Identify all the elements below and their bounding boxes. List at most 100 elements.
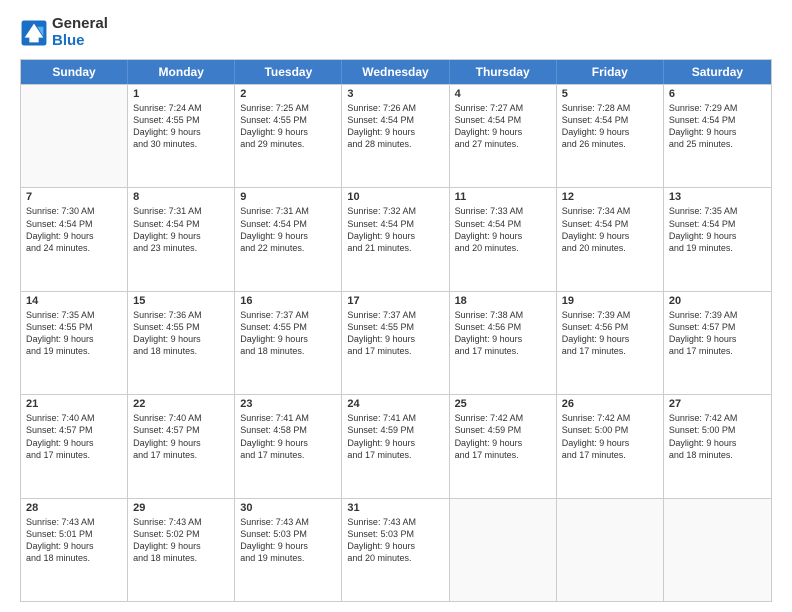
- day-number: 28: [26, 502, 122, 514]
- cal-cell-2: 2Sunrise: 7:25 AM Sunset: 4:55 PM Daylig…: [235, 85, 342, 187]
- day-info: Sunrise: 7:26 AM Sunset: 4:54 PM Dayligh…: [347, 102, 443, 151]
- calendar-row-3: 21 Sunrise: 7:40 AM Sunset: 4:57 PM Dayli…: [21, 394, 771, 497]
- day-info: Sunrise: 7:28 AM Sunset: 4:54 PM Dayligh…: [562, 102, 658, 151]
- cal-cell-17: 17Sunrise: 7:37 AM Sunset: 4:55 PM Dayli…: [342, 292, 449, 394]
- day-number: 9: [240, 191, 336, 203]
- cal-cell-3: 3 Sunrise: 7:26 AM Sunset: 4:54 PM Daylig…: [342, 85, 449, 187]
- day-number: 4: [455, 88, 551, 100]
- day-info: Sunrise: 7:42 AM Sunset: 4:59 PM Dayligh…: [455, 412, 551, 461]
- day-number: 5: [562, 88, 658, 100]
- cal-cell-8: 8Sunrise: 7:31 AM Sunset: 4:54 PM Daylig…: [128, 188, 235, 290]
- cal-cell-25: 25 Sunrise: 7:42 AM Sunset: 4:59 PM Dayli…: [450, 395, 557, 497]
- day-number: 24: [347, 398, 443, 410]
- header-day-saturday: Saturday: [664, 60, 771, 84]
- day-number: 29: [133, 502, 229, 514]
- day-info: Sunrise: 7:31 AM Sunset: 4:54 PM Dayligh…: [133, 205, 229, 254]
- day-number: 25: [455, 398, 551, 410]
- day-info: Sunrise: 7:39 AM Sunset: 4:56 PM Dayligh…: [562, 309, 658, 358]
- logo-line1: General: [52, 16, 108, 33]
- header-day-wednesday: Wednesday: [342, 60, 449, 84]
- cal-cell-16: 16 Sunrise: 7:37 AM Sunset: 4:55 PM Dayli…: [235, 292, 342, 394]
- day-number: 19: [562, 295, 658, 307]
- day-info: Sunrise: 7:43 AM Sunset: 5:03 PM Dayligh…: [347, 516, 443, 565]
- header-day-tuesday: Tuesday: [235, 60, 342, 84]
- cal-cell-empty-0: [21, 85, 128, 187]
- day-info: Sunrise: 7:40 AM Sunset: 4:57 PM Dayligh…: [26, 412, 122, 461]
- day-info: Sunrise: 7:43 AM Sunset: 5:01 PM Dayligh…: [26, 516, 122, 565]
- day-number: 21: [26, 398, 122, 410]
- calendar: SundayMondayTuesdayWednesdayThursdayFrid…: [20, 59, 772, 602]
- day-info: Sunrise: 7:42 AM Sunset: 5:00 PM Dayligh…: [562, 412, 658, 461]
- day-number: 31: [347, 502, 443, 514]
- day-number: 3: [347, 88, 443, 100]
- day-info: Sunrise: 7:30 AM Sunset: 4:54 PM Dayligh…: [26, 205, 122, 254]
- day-number: 7: [26, 191, 122, 203]
- cal-cell-4: 4Sunrise: 7:27 AM Sunset: 4:54 PM Daylig…: [450, 85, 557, 187]
- header-day-friday: Friday: [557, 60, 664, 84]
- cal-cell-22: 22Sunrise: 7:40 AM Sunset: 4:57 PM Dayli…: [128, 395, 235, 497]
- cal-cell-31: 31 Sunrise: 7:43 AM Sunset: 5:03 PM Dayli…: [342, 499, 449, 601]
- day-info: Sunrise: 7:43 AM Sunset: 5:02 PM Dayligh…: [133, 516, 229, 565]
- cal-cell-29: 29 Sunrise: 7:43 AM Sunset: 5:02 PM Dayli…: [128, 499, 235, 601]
- day-number: 16: [240, 295, 336, 307]
- cal-cell-27: 27 Sunrise: 7:42 AM Sunset: 5:00 PM Dayli…: [664, 395, 771, 497]
- calendar-row-1: 7 Sunrise: 7:30 AM Sunset: 4:54 PM Daylig…: [21, 187, 771, 290]
- cal-cell-20: 20 Sunrise: 7:39 AM Sunset: 4:57 PM Dayli…: [664, 292, 771, 394]
- logo-icon: [20, 19, 48, 47]
- day-info: Sunrise: 7:24 AM Sunset: 4:55 PM Dayligh…: [133, 102, 229, 151]
- cal-cell-empty-6: [664, 499, 771, 601]
- cal-cell-18: 18 Sunrise: 7:38 AM Sunset: 4:56 PM Dayli…: [450, 292, 557, 394]
- cal-cell-empty-4: [450, 499, 557, 601]
- header-day-monday: Monday: [128, 60, 235, 84]
- day-info: Sunrise: 7:42 AM Sunset: 5:00 PM Dayligh…: [669, 412, 766, 461]
- cal-cell-12: 12 Sunrise: 7:34 AM Sunset: 4:54 PM Dayli…: [557, 188, 664, 290]
- day-info: Sunrise: 7:35 AM Sunset: 4:55 PM Dayligh…: [26, 309, 122, 358]
- day-info: Sunrise: 7:39 AM Sunset: 4:57 PM Dayligh…: [669, 309, 766, 358]
- day-number: 6: [669, 88, 766, 100]
- cal-cell-24: 24 Sunrise: 7:41 AM Sunset: 4:59 PM Dayli…: [342, 395, 449, 497]
- cal-cell-26: 26 Sunrise: 7:42 AM Sunset: 5:00 PM Dayli…: [557, 395, 664, 497]
- cal-cell-7: 7 Sunrise: 7:30 AM Sunset: 4:54 PM Daylig…: [21, 188, 128, 290]
- cal-cell-11: 11 Sunrise: 7:33 AM Sunset: 4:54 PM Dayli…: [450, 188, 557, 290]
- day-number: 11: [455, 191, 551, 203]
- day-info: Sunrise: 7:41 AM Sunset: 4:58 PM Dayligh…: [240, 412, 336, 461]
- day-info: Sunrise: 7:29 AM Sunset: 4:54 PM Dayligh…: [669, 102, 766, 151]
- day-number: 26: [562, 398, 658, 410]
- day-info: Sunrise: 7:35 AM Sunset: 4:54 PM Dayligh…: [669, 205, 766, 254]
- day-number: 20: [669, 295, 766, 307]
- day-number: 18: [455, 295, 551, 307]
- calendar-body: 1Sunrise: 7:24 AM Sunset: 4:55 PM Daylig…: [21, 84, 771, 601]
- day-number: 10: [347, 191, 443, 203]
- cal-cell-5: 5 Sunrise: 7:28 AM Sunset: 4:54 PM Daylig…: [557, 85, 664, 187]
- cal-cell-21: 21 Sunrise: 7:40 AM Sunset: 4:57 PM Dayli…: [21, 395, 128, 497]
- cal-cell-14: 14 Sunrise: 7:35 AM Sunset: 4:55 PM Dayli…: [21, 292, 128, 394]
- day-number: 13: [669, 191, 766, 203]
- logo: General Blue: [20, 16, 108, 49]
- header-day-thursday: Thursday: [450, 60, 557, 84]
- day-info: Sunrise: 7:43 AM Sunset: 5:03 PM Dayligh…: [240, 516, 336, 565]
- calendar-row-2: 14 Sunrise: 7:35 AM Sunset: 4:55 PM Dayli…: [21, 291, 771, 394]
- day-number: 27: [669, 398, 766, 410]
- header-day-sunday: Sunday: [21, 60, 128, 84]
- cal-cell-9: 9 Sunrise: 7:31 AM Sunset: 4:54 PM Daylig…: [235, 188, 342, 290]
- day-info: Sunrise: 7:40 AM Sunset: 4:57 PM Dayligh…: [133, 412, 229, 461]
- day-info: Sunrise: 7:38 AM Sunset: 4:56 PM Dayligh…: [455, 309, 551, 358]
- calendar-row-0: 1Sunrise: 7:24 AM Sunset: 4:55 PM Daylig…: [21, 84, 771, 187]
- day-info: Sunrise: 7:34 AM Sunset: 4:54 PM Dayligh…: [562, 205, 658, 254]
- calendar-header: SundayMondayTuesdayWednesdayThursdayFrid…: [21, 60, 771, 84]
- header: General Blue: [20, 16, 772, 49]
- day-info: Sunrise: 7:36 AM Sunset: 4:55 PM Dayligh…: [133, 309, 229, 358]
- day-info: Sunrise: 7:41 AM Sunset: 4:59 PM Dayligh…: [347, 412, 443, 461]
- day-info: Sunrise: 7:31 AM Sunset: 4:54 PM Dayligh…: [240, 205, 336, 254]
- day-number: 23: [240, 398, 336, 410]
- day-info: Sunrise: 7:32 AM Sunset: 4:54 PM Dayligh…: [347, 205, 443, 254]
- cal-cell-15: 15Sunrise: 7:36 AM Sunset: 4:55 PM Dayli…: [128, 292, 235, 394]
- cal-cell-23: 23 Sunrise: 7:41 AM Sunset: 4:58 PM Dayli…: [235, 395, 342, 497]
- day-info: Sunrise: 7:37 AM Sunset: 4:55 PM Dayligh…: [240, 309, 336, 358]
- day-number: 2: [240, 88, 336, 100]
- day-number: 14: [26, 295, 122, 307]
- cal-cell-30: 30Sunrise: 7:43 AM Sunset: 5:03 PM Dayli…: [235, 499, 342, 601]
- day-number: 12: [562, 191, 658, 203]
- day-info: Sunrise: 7:33 AM Sunset: 4:54 PM Dayligh…: [455, 205, 551, 254]
- cal-cell-empty-5: [557, 499, 664, 601]
